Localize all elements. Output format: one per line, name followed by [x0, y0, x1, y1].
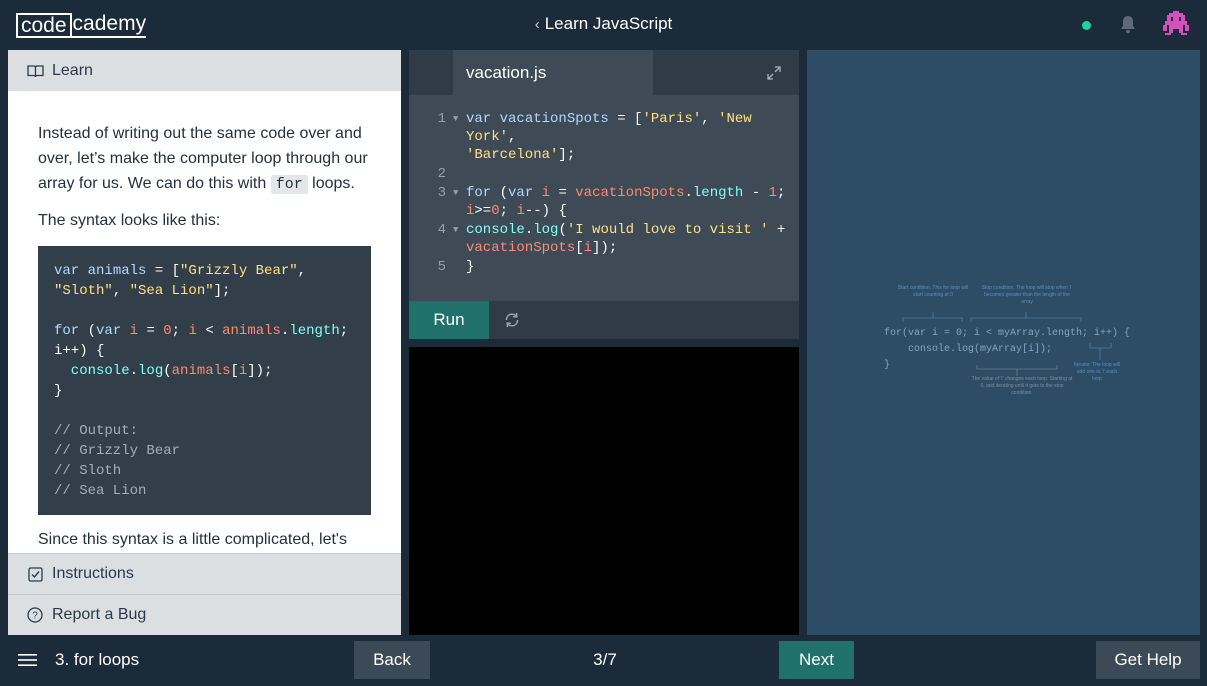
- diagram-code-line: for(var i = 0; i < myArray.length; i++) …: [884, 328, 1131, 339]
- code-line: 1 ▼ var vacationSpots = ['Paris', 'New Yor…: [409, 110, 799, 146]
- example-code-line: var animals = ["Grizzly Bear",: [54, 263, 307, 279]
- lesson-content: Instead of writing out the same code ove…: [8, 91, 401, 553]
- back-button[interactable]: Back: [354, 641, 430, 679]
- fold-arrow-icon[interactable]: ▼: [453, 221, 458, 239]
- checkbox-icon: [26, 565, 44, 583]
- reset-icon[interactable]: [503, 311, 521, 329]
- example-code-blank-line: [54, 401, 357, 421]
- lesson-paragraph-1: Instead of writing out the same code ove…: [38, 121, 373, 197]
- output-console[interactable]: [409, 347, 799, 635]
- code-line: 3 ▼ for (var i = vacationSpots.length - 1;: [409, 184, 799, 202]
- learn-tab[interactable]: Learn: [8, 50, 401, 91]
- learn-tab-label: Learn: [52, 61, 93, 79]
- lesson-paragraph-2: The syntax looks like this:: [38, 212, 221, 229]
- line-number: 3: [437, 185, 446, 201]
- file-tab[interactable]: vacation.js: [453, 50, 653, 95]
- next-button[interactable]: Next: [779, 641, 854, 679]
- expand-icon[interactable]: [766, 65, 782, 81]
- example-code-comment: // Output:: [54, 423, 139, 439]
- line-number: 4: [437, 222, 446, 238]
- code-lines[interactable]: 1 ▼ var vacationSpots = ['Paris', 'New Yor…: [409, 110, 799, 276]
- lesson-text: loops.: [307, 175, 355, 192]
- help-circle-icon: ?: [26, 606, 44, 624]
- fold-arrow-icon[interactable]: ▼: [453, 184, 458, 202]
- code-line: 2: [409, 165, 799, 183]
- code-line-wrap: i>=0; i--) {: [466, 203, 567, 219]
- line-number: 2: [437, 166, 446, 182]
- top-bar: code cademy ‹ Learn JavaScript: [0, 0, 1207, 50]
- iterator-note: Iterator. The loop will add one to 'i' e…: [1073, 362, 1121, 382]
- code-line-wrap: 'Barcelona'];: [466, 147, 576, 163]
- diagram-code-line: }: [884, 360, 891, 371]
- course-title-link[interactable]: ‹ Learn JavaScript: [0, 14, 1207, 34]
- example-code-line: i++) {: [54, 343, 105, 359]
- example-code-comment: // Grizzly Bear: [54, 443, 181, 459]
- example-code-comment: // Sea Lion: [54, 483, 147, 499]
- value-change-note: The value of 'i' changes each loop. Star…: [971, 376, 1073, 396]
- example-code-line: "Sloth", "Sea Lion"];: [54, 283, 231, 299]
- chevron-left-icon: ‹: [534, 16, 540, 33]
- example-code-blank-line: [54, 301, 357, 321]
- diagram-code-line: console.log(myArray[i]);: [884, 344, 1053, 355]
- lesson-paragraph-3: Since this syntax is a little complicate…: [38, 531, 347, 548]
- for-loop-diagram: Start condition. This for loop will star…: [807, 50, 1200, 635]
- file-tab-bar: vacation.js: [409, 50, 799, 95]
- line-number: 5: [437, 259, 446, 275]
- bell-icon[interactable]: [1119, 14, 1137, 34]
- line-number: 1: [437, 111, 446, 127]
- hamburger-menu-icon[interactable]: [18, 653, 37, 667]
- bottom-bar: 3. for loops Back 3/7 Next Get Help: [0, 635, 1207, 686]
- instructions-tab-label: Instructions: [52, 565, 134, 582]
- code-editor[interactable]: vacation.js 1 ▼ var vacationSpots = ['Pari…: [409, 50, 799, 301]
- instructions-tab[interactable]: Instructions: [8, 553, 401, 594]
- report-bug-tab-label: Report a Bug: [52, 606, 147, 623]
- progress-indicator: 3/7: [593, 650, 617, 669]
- example-code-comment: // Sloth: [54, 463, 122, 479]
- example-code-line: }: [54, 383, 63, 399]
- run-bar: Run: [409, 301, 799, 339]
- lesson-panel: Learn Instead of writing out the same co…: [8, 50, 401, 635]
- example-code-line: for (var i = 0; i < animals.length;: [54, 323, 349, 339]
- svg-text:?: ?: [32, 611, 38, 622]
- example-code-line: console.log(animals[i]);: [54, 363, 273, 379]
- report-bug-tab[interactable]: ? Report a Bug: [8, 594, 401, 635]
- avatar-icon[interactable]: [1163, 11, 1189, 37]
- code-line: 4 ▼ console.log('I would love to visit ' …: [409, 221, 799, 239]
- book-icon: [26, 62, 44, 80]
- fold-arrow-icon[interactable]: ▼: [453, 110, 458, 128]
- example-code-block: var animals = ["Grizzly Bear", "Sloth", …: [38, 246, 371, 515]
- get-help-button[interactable]: Get Help: [1096, 641, 1200, 679]
- file-name: vacation.js: [466, 63, 547, 82]
- diagram-panel: Start condition. This for loop will star…: [807, 50, 1200, 635]
- course-title: Learn JavaScript: [544, 14, 673, 33]
- code-line-wrap: vacationSpots[i]);: [466, 240, 618, 256]
- lesson-name[interactable]: 3. for loops: [55, 650, 139, 670]
- online-status-dot: [1082, 21, 1091, 30]
- inline-code: for: [270, 175, 308, 194]
- run-button[interactable]: Run: [409, 301, 489, 339]
- code-line: 5}: [409, 258, 799, 276]
